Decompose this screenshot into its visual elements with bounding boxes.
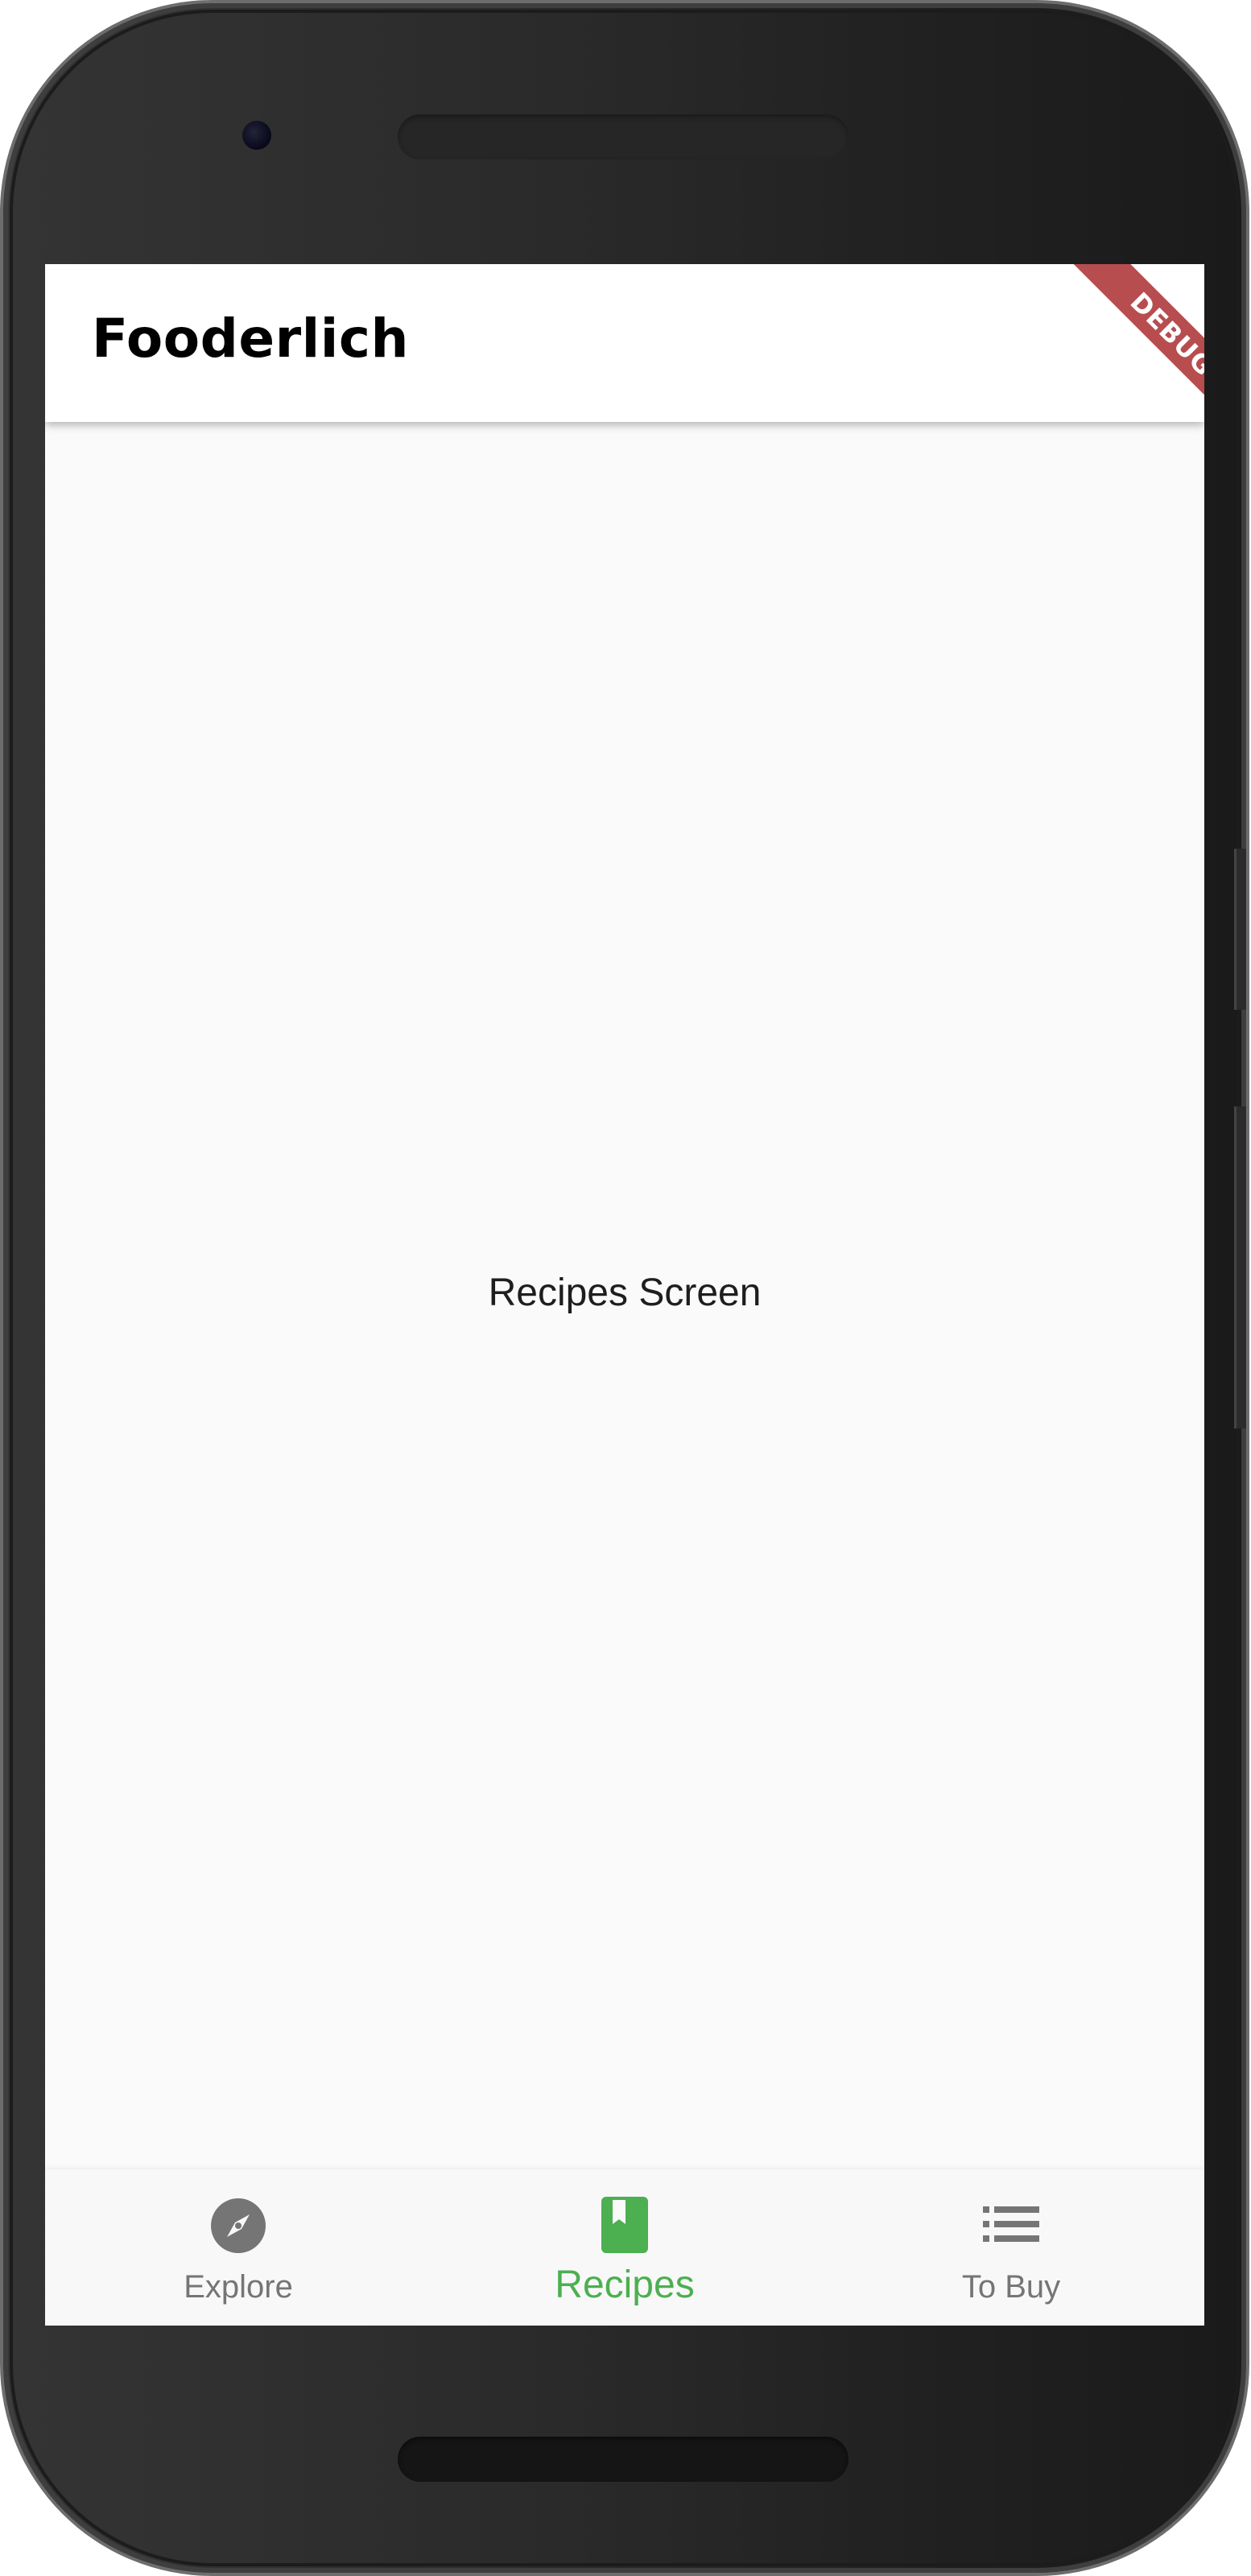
power-button <box>1234 849 1246 1010</box>
bottom-speaker <box>398 2437 848 2482</box>
debug-banner-label: DEBUG <box>1067 264 1204 440</box>
book-icon <box>601 2197 648 2257</box>
nav-label-to-buy: To Buy <box>961 2269 1061 2305</box>
debug-banner: DEBUG <box>1027 264 1204 441</box>
app-screen: Fooderlich DEBUG Recipes Screen Explore <box>45 264 1204 2326</box>
phone-frame: Fooderlich DEBUG Recipes Screen Explore <box>3 3 1246 2573</box>
nav-label-recipes: Recipes <box>555 2264 695 2306</box>
bottom-navigation-bar: Explore Recipes To Buy <box>45 2169 1204 2326</box>
app-title: Fooderlich <box>92 308 410 370</box>
nav-label-explore: Explore <box>184 2269 293 2305</box>
screen-body-text: Recipes Screen <box>488 1271 762 1314</box>
explore-compass-icon <box>209 2197 267 2259</box>
front-camera <box>242 121 271 150</box>
volume-button <box>1234 1106 1246 1429</box>
list-icon <box>983 2197 1039 2249</box>
top-speaker <box>398 114 848 159</box>
nav-item-explore[interactable]: Explore <box>45 2169 431 2326</box>
nav-item-recipes[interactable]: Recipes <box>431 2169 818 2326</box>
nav-item-to-buy[interactable]: To Buy <box>818 2169 1204 2326</box>
